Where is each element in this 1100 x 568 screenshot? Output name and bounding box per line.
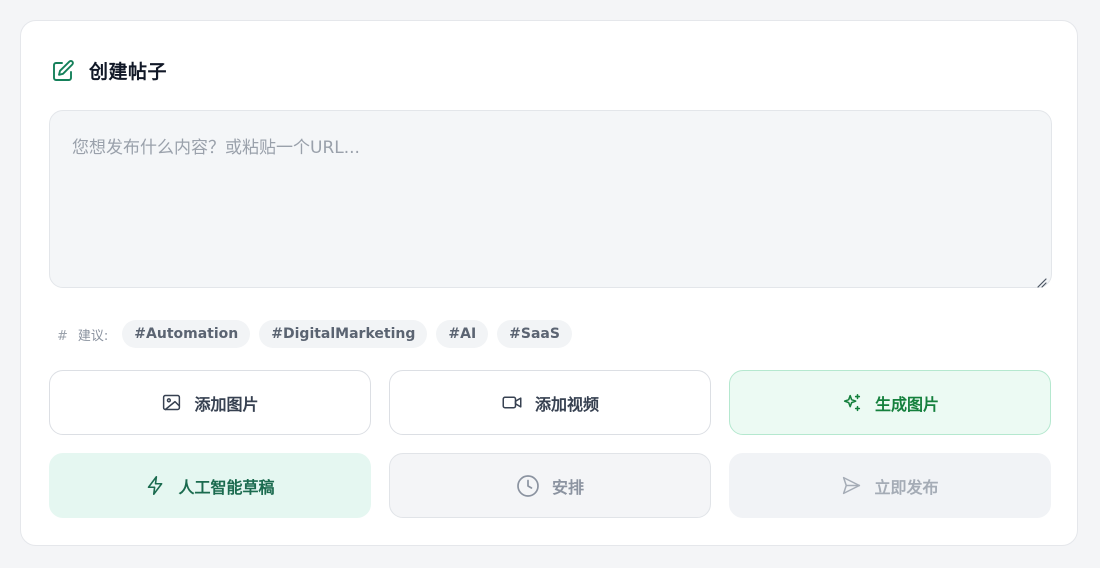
add-image-button[interactable]: 添加图片	[49, 370, 371, 435]
ai-draft-label: 人工智能草稿	[178, 477, 275, 497]
video-icon	[501, 392, 523, 413]
publish-now-label: 立即发布	[874, 477, 939, 497]
schedule-button[interactable]: 安排	[389, 453, 711, 518]
send-icon	[841, 475, 862, 496]
clock-icon	[516, 474, 540, 498]
hashtag-chip[interactable]: #Automation	[122, 320, 251, 348]
card-header: 创建帖子	[51, 57, 167, 84]
schedule-label: 安排	[551, 477, 584, 497]
hashtag-chip[interactable]: #AI	[436, 320, 489, 348]
add-video-label: 添加视频	[534, 394, 599, 414]
publish-now-button[interactable]: 立即发布	[729, 453, 1051, 518]
page-title: 创建帖子	[89, 61, 168, 83]
hashtag-chip[interactable]: #DigitalMarketing	[259, 320, 428, 348]
lightning-icon	[145, 475, 166, 496]
post-content-input[interactable]	[49, 110, 1052, 288]
create-post-card: 创建帖子 # 建议: #Automation #DigitalMarketing…	[20, 20, 1078, 546]
sparkles-icon	[841, 392, 863, 414]
suggestions-label: 建议:	[77, 328, 109, 344]
generate-image-label: 生成图片	[874, 394, 939, 414]
ai-draft-button[interactable]: 人工智能草稿	[49, 453, 371, 518]
edit-icon	[51, 59, 75, 83]
generate-image-button[interactable]: 生成图片	[729, 370, 1051, 435]
hashtag-suggestions: # 建议: #Automation #DigitalMarketing #AI …	[57, 319, 581, 349]
add-video-button[interactable]: 添加视频	[389, 370, 711, 435]
add-image-label: 添加图片	[194, 394, 259, 414]
hash-icon: #	[57, 328, 68, 344]
resize-handle-icon[interactable]	[1037, 273, 1047, 288]
image-icon	[161, 392, 182, 413]
hashtag-chip[interactable]: #SaaS	[497, 320, 572, 348]
